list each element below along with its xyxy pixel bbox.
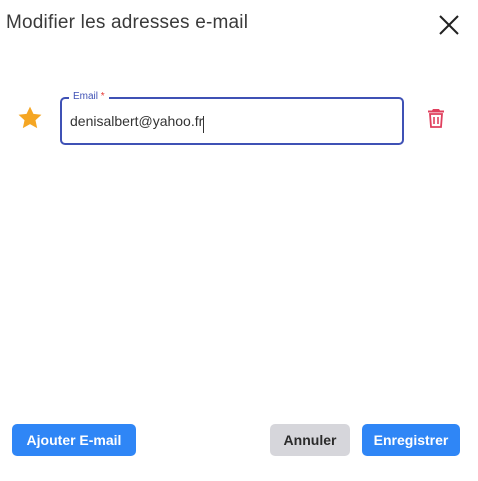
star-icon[interactable]	[16, 104, 44, 132]
dialog-title: Modifier les adresses e-mail	[6, 12, 249, 33]
trash-icon[interactable]	[424, 106, 448, 130]
edit-emails-dialog: Modifier les adresses e-mail Email * Ajo…	[0, 0, 478, 481]
close-icon[interactable]	[436, 12, 462, 38]
email-label-text: Email	[73, 91, 99, 102]
email-field[interactable]: Email *	[60, 90, 404, 145]
required-mark: *	[100, 91, 105, 102]
add-email-button[interactable]: Ajouter E-mail	[12, 424, 136, 456]
cancel-button[interactable]: Annuler	[270, 424, 350, 456]
text-caret	[203, 116, 204, 133]
email-input[interactable]	[70, 113, 390, 129]
email-field-label: Email *	[69, 90, 109, 104]
save-button[interactable]: Enregistrer	[362, 424, 460, 456]
